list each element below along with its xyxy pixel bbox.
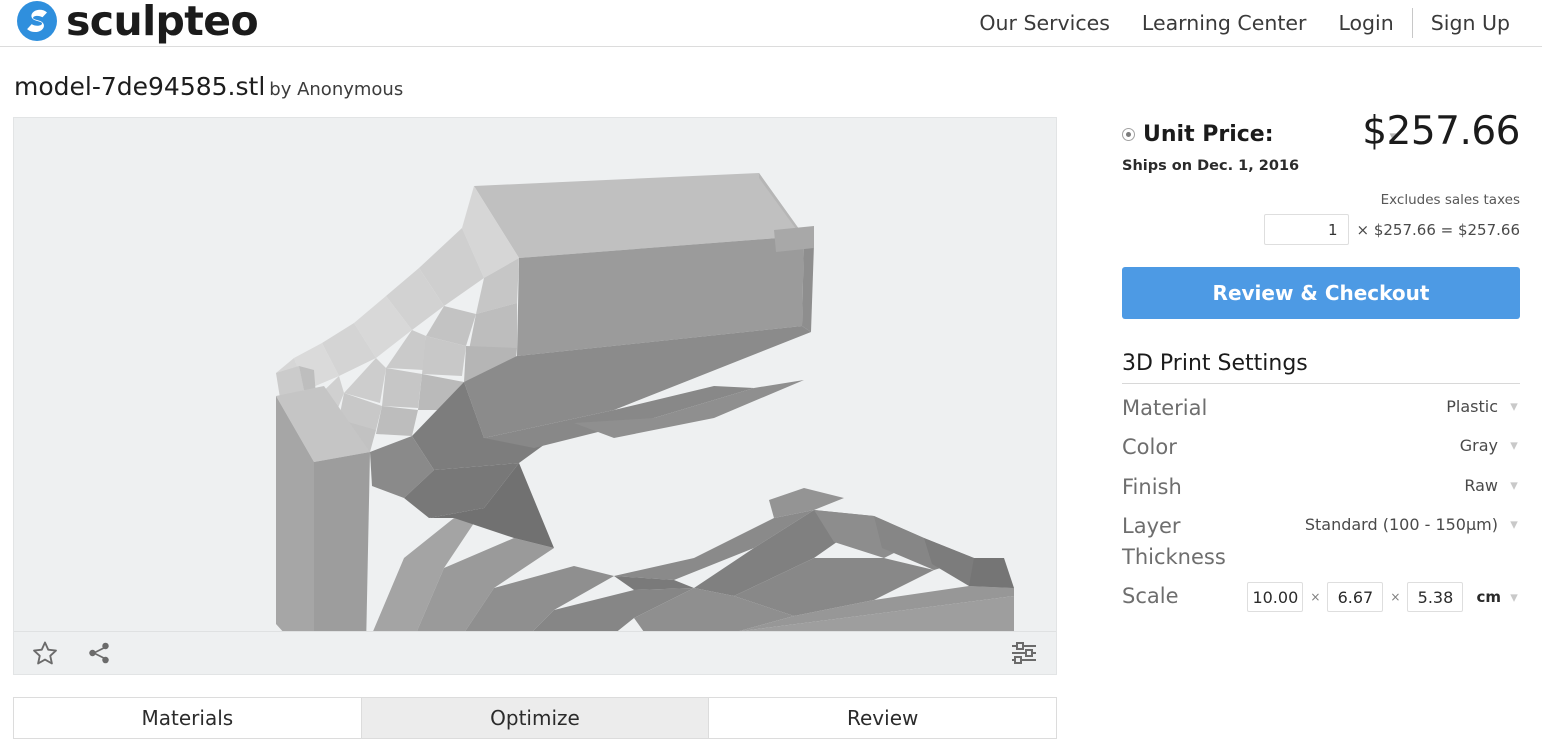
unit-price-radio[interactable] [1122,128,1135,141]
nav-divider [1411,8,1413,38]
scale-separator: × [1390,590,1401,605]
star-icon[interactable] [31,639,59,667]
scale-y-input[interactable] [1327,582,1384,613]
sculpteo-logo-icon [17,1,57,41]
setting-row-material[interactable]: Material Plastic ▾ [1122,384,1520,423]
setting-control-color[interactable]: Gray ▾ [1460,432,1520,455]
brand-logo[interactable]: sculpteo [14,0,259,45]
model-viewer[interactable] [13,117,1057,675]
share-icon[interactable] [86,640,112,666]
main-nav: Our Services Learning Center Login Sign … [963,0,1526,46]
setting-value-color: Gray [1459,436,1498,456]
setting-label-color: Color [1122,435,1177,460]
model-author: by Anonymous [269,79,404,100]
setting-control-layer-thickness[interactable]: Standard (100 - 150µm) ▾ [1305,511,1520,534]
chevron-down-icon[interactable]: ▾ [1508,589,1520,605]
scale-controls: × × cm ▾ [1247,581,1520,613]
chevron-down-icon[interactable]: ▾ [1508,477,1520,493]
nav-item-learning-center[interactable]: Learning Center [1126,0,1323,46]
setting-value-material: Plastic [1446,397,1498,416]
scale-x-input[interactable] [1247,582,1304,613]
quantity-input[interactable] [1263,214,1349,245]
viewer-toolbar [14,631,1056,674]
setting-row-color[interactable]: Color Gray ▾ [1122,423,1520,462]
site-header: sculpteo Our Services Learning Center Lo… [0,0,1542,47]
tab-materials[interactable]: Materials [13,697,362,739]
quantity-row: × $257.66 = $257.66 [1122,214,1520,245]
scale-unit-label: cm [1476,588,1501,607]
nav-item-our-services[interactable]: Our Services [963,0,1126,46]
unit-price-label: Unit Price: [1143,122,1274,147]
setting-row-layer-thickness[interactable]: Layer Thickness Standard (100 - 150µm) ▾ [1122,502,1520,572]
setting-row-scale: Scale × × cm ▾ [1122,572,1520,613]
model-file-name: model-7de94585.stl [14,72,266,101]
unit-price-value: $257.66 [1362,109,1520,154]
tab-optimize[interactable]: Optimize [360,697,710,739]
setting-value-layer-thickness: Standard (100 - 150µm) [1304,515,1498,535]
excludes-taxes-note: Excludes sales taxes [1380,192,1520,208]
setting-value-finish: Raw [1464,475,1498,495]
setting-label-finish: Finish [1122,474,1182,499]
sliders-icon[interactable] [1009,640,1039,666]
setting-label-layer-thickness: Layer Thickness [1122,514,1226,569]
setting-row-finish[interactable]: Finish Raw ▾ [1122,463,1520,502]
print-settings-heading: 3D Print Settings [1122,351,1520,384]
chevron-down-icon[interactable]: ▾ [1508,399,1520,414]
model-viewer-canvas[interactable] [14,118,1056,632]
setting-label-scale: Scale [1122,584,1179,609]
unit-price-row: Unit Price: ▾ $257.66 [1122,109,1520,157]
3d-model-render[interactable] [14,118,1056,632]
setting-control-material[interactable]: Plastic ▾ [1446,393,1520,416]
nav-item-login[interactable]: Login [1322,0,1409,46]
setting-label-material: Material [1122,396,1208,420]
setting-control-finish[interactable]: Raw ▾ [1464,472,1520,495]
right-panel: Unit Price: ▾ $257.66 Ships on Dec. 1, 2… [1122,109,1520,613]
scale-separator: × [1310,590,1321,605]
page-title: model-7de94585.stl by Anonymous [14,72,403,101]
quantity-math: × $257.66 = $257.66 [1356,220,1521,239]
chevron-down-icon[interactable]: ▾ [1508,438,1520,453]
tab-review[interactable]: Review [708,697,1058,739]
chevron-down-icon[interactable]: ▾ [1508,517,1520,532]
brand-name: sculpteo [66,0,259,45]
review-checkout-button[interactable]: Review & Checkout [1122,267,1520,319]
ships-on-text: Ships on Dec. 1, 2016 [1122,158,1300,174]
nav-item-sign-up[interactable]: Sign Up [1415,0,1526,46]
scale-z-input[interactable] [1407,582,1464,613]
bottom-tabs: Materials Optimize Review [13,697,1058,739]
